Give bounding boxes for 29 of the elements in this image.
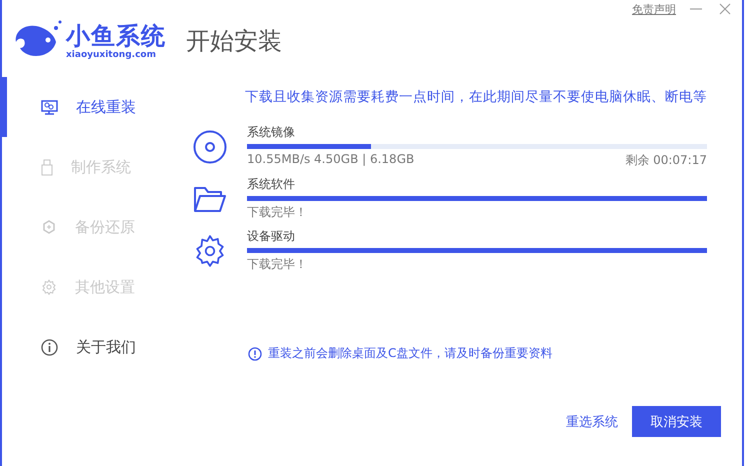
monitor-icon [41,100,58,114]
window-title: 开始安装 [186,26,282,57]
task-name: 系统软件 [247,176,296,193]
brand-name: 小鱼系统 [66,22,166,50]
backup-icon [41,219,57,235]
task-status: 下载完毕！ [247,204,307,221]
close-icon [718,2,732,16]
disclaimer-link[interactable]: 免责声明 [632,2,676,16]
task-status: 下载完毕！ [247,256,307,273]
settings-icon [41,279,57,295]
sidebar-item[interactable]: 关于我们 [2,317,180,377]
warning-text: 重装之前会删除桌面及C盘文件，请及时备份重要资料 [268,345,552,362]
reselect-button[interactable]: 重选系统 [566,412,618,430]
info-icon [41,338,58,356]
download-speed: 10.55MB/s 4.50GB | 6.18GB [247,152,414,168]
brand-domain: xiaoyuxitong.com [66,50,156,60]
time-remaining: 剩余 00:07:17 [625,152,707,169]
cancel-button[interactable]: 取消安装 [632,406,721,437]
sidebar-label: 关于我们 [76,338,136,356]
task-name: 系统镜像 [247,124,296,141]
minimize-icon [690,8,702,10]
disc-icon [193,130,227,164]
notice-text: 下载且收集资源需要耗费一点时间，在此期间尽量不要使电脑休眠、断电等 [244,88,707,106]
close-button[interactable] [718,2,732,16]
usb-drive-icon [41,158,53,176]
task-name: 设备驱动 [247,228,296,245]
warning-icon [248,346,262,360]
folder-icon [193,184,227,212]
sidebar-label: 在线重装 [76,98,136,116]
